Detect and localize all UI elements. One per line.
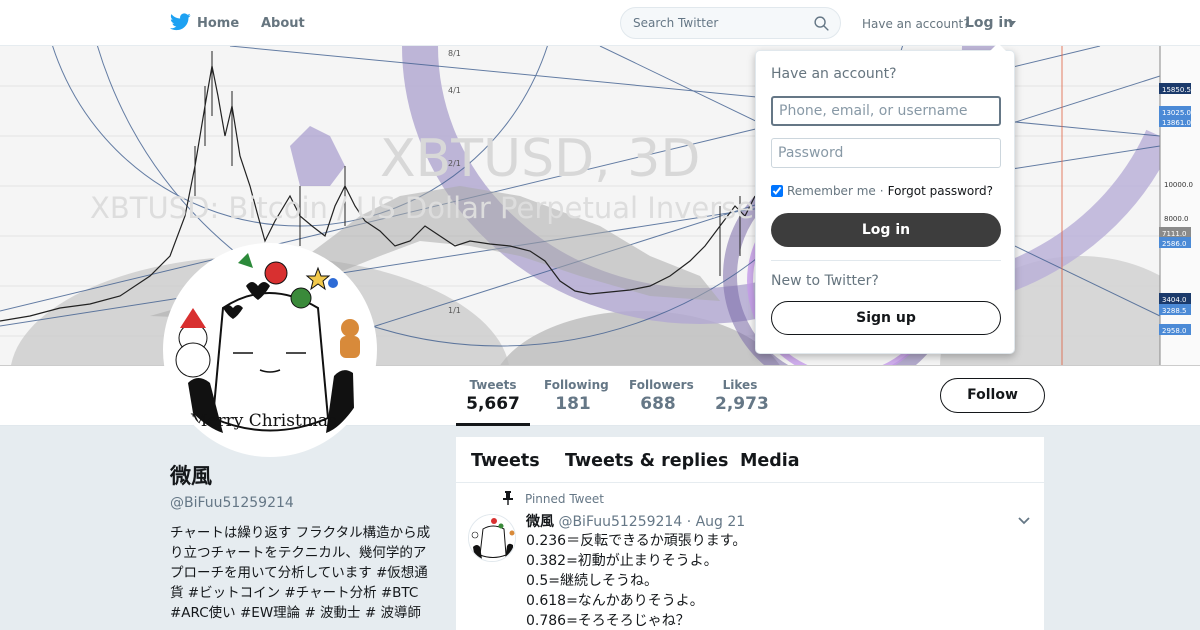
profile-handle[interactable]: @BiFuu51259214 bbox=[170, 495, 432, 511]
stat-following[interactable]: Following 181 bbox=[544, 378, 609, 414]
price-label: 15850.5 bbox=[1162, 86, 1191, 94]
tweet-line: 0.382=初動が止まりそうよ。 bbox=[526, 553, 718, 569]
profile-avatar[interactable]: Merry Christmas bbox=[163, 243, 377, 457]
avatar-caption: Merry Christmas bbox=[190, 411, 337, 431]
price-label: 3404.0 bbox=[1162, 296, 1187, 304]
chevron-down-icon[interactable] bbox=[1018, 517, 1030, 525]
remember-me-label[interactable]: Remember me bbox=[787, 184, 876, 198]
price-label: 13025.0 bbox=[1162, 109, 1191, 117]
tab-tweets-replies[interactable]: Tweets & replies bbox=[565, 451, 728, 471]
price-label: 8000.0 bbox=[1164, 215, 1189, 223]
tweet-avatar[interactable] bbox=[468, 514, 516, 562]
have-account-label: Have an account? bbox=[862, 17, 970, 31]
tweet-text: 0.236＝反転できるか頑張ります。 0.382=初動が止まりそうよ。 0.5=… bbox=[526, 531, 746, 630]
search-box[interactable]: Search Twitter bbox=[620, 7, 841, 39]
tweet-avatar-image bbox=[469, 515, 515, 561]
tweet-timestamp[interactable]: Aug 21 bbox=[696, 514, 746, 530]
password-field[interactable] bbox=[771, 138, 1001, 168]
remember-me-row: Remember me · Forgot password? bbox=[771, 184, 993, 198]
login-menu-toggle[interactable]: Log in bbox=[965, 15, 1013, 31]
username-field[interactable] bbox=[771, 96, 1001, 126]
profile-bio: チャートは繰り返す フラクタル構造から成り立つチャートをテクニカル、幾何学的アプ… bbox=[170, 525, 431, 621]
fib-label: 2/1 bbox=[448, 159, 461, 168]
tweet-line: 0.618=なんかありそうよ。 bbox=[526, 593, 704, 609]
avatar-illustration: Merry Christmas bbox=[168, 248, 372, 452]
top-navigation-bar: Home About Search Twitter Have an accoun… bbox=[0, 0, 1200, 46]
pin-icon bbox=[503, 491, 513, 505]
signup-button[interactable]: Sign up bbox=[771, 301, 1001, 335]
nav-about-link[interactable]: About bbox=[261, 16, 305, 31]
stat-label: Likes bbox=[722, 378, 758, 392]
twitter-logo[interactable] bbox=[170, 13, 191, 31]
search-input[interactable]: Search Twitter bbox=[633, 16, 718, 30]
dropdown-divider bbox=[771, 260, 1001, 261]
price-label: 10000.0 bbox=[1164, 181, 1193, 189]
tweet-author-handle[interactable]: @BiFuu51259214 bbox=[558, 514, 682, 530]
chevron-down-icon[interactable] bbox=[1008, 21, 1016, 26]
stat-label: Tweets bbox=[469, 378, 517, 392]
twitter-bird-icon bbox=[170, 13, 191, 31]
remember-me-checkbox[interactable] bbox=[771, 185, 783, 197]
search-icon[interactable] bbox=[813, 15, 830, 32]
price-label: 2586.0 bbox=[1162, 240, 1187, 248]
tweet-line: 0.236＝反転できるか頑張ります。 bbox=[526, 533, 747, 549]
stat-likes[interactable]: Likes 2,973 bbox=[715, 378, 769, 414]
tweet-line: 0.5=継続しそうね。 bbox=[526, 573, 658, 589]
fib-label: 8/1 bbox=[448, 49, 461, 58]
price-label: 2958.0 bbox=[1162, 327, 1187, 335]
tweet-line: 0.786=そろそろじゃね？ bbox=[526, 613, 690, 629]
remember-separator: · bbox=[879, 184, 884, 198]
tab-tweets[interactable]: Tweets bbox=[471, 451, 540, 471]
price-label: 7111.0 bbox=[1162, 230, 1187, 238]
banner-watermark-large: XBTUSD, 3D bbox=[380, 129, 700, 189]
tweet-author-name[interactable]: 微風 bbox=[526, 514, 554, 530]
forgot-password-link[interactable]: Forgot password? bbox=[888, 184, 993, 198]
profile-card: 微風 @BiFuu51259214 チャートは繰り返す フラクタル構造から成り立… bbox=[170, 460, 432, 623]
fib-label: 4/1 bbox=[448, 86, 461, 95]
stat-followers[interactable]: Followers 688 bbox=[629, 378, 694, 414]
stat-label: Followers bbox=[629, 378, 694, 392]
tweet-header: 微風 @BiFuu51259214 · Aug 21 bbox=[526, 511, 745, 531]
stat-value: 5,667 bbox=[466, 394, 520, 414]
nav-home-link[interactable]: Home bbox=[197, 16, 239, 31]
tab-media[interactable]: Media bbox=[740, 451, 800, 471]
login-button[interactable]: Log in bbox=[771, 213, 1001, 247]
nav-home-label: Home bbox=[197, 16, 240, 31]
stat-label: Following bbox=[544, 378, 609, 392]
price-label: 13861.0 bbox=[1162, 119, 1191, 127]
stat-value: 2,973 bbox=[715, 394, 769, 414]
login-dropdown: Have an account? Remember me · Forgot pa… bbox=[755, 43, 1015, 354]
pinned-tweet-label: Pinned Tweet bbox=[525, 492, 604, 506]
timeline: Tweets Tweets & replies Media Pinned Twe… bbox=[456, 437, 1044, 630]
price-label: 3288.5 bbox=[1162, 307, 1187, 315]
timeline-tabs: Tweets Tweets & replies Media bbox=[456, 437, 1044, 483]
stat-value: 688 bbox=[640, 394, 676, 414]
login-dropdown-title: Have an account? bbox=[771, 66, 897, 82]
follow-button[interactable]: Follow bbox=[940, 378, 1045, 413]
profile-name[interactable]: 微風 bbox=[170, 460, 432, 490]
new-to-twitter-label: New to Twitter? bbox=[771, 273, 879, 289]
tweet-separator: · bbox=[686, 514, 692, 530]
fib-label: 1/1 bbox=[448, 306, 461, 315]
stat-tweets[interactable]: Tweets 5,667 bbox=[456, 378, 530, 426]
stat-value: 181 bbox=[555, 394, 591, 414]
pinned-tweet[interactable]: Pinned Tweet 微風 @BiFuu51259214 · Aug 21 … bbox=[456, 483, 1044, 630]
